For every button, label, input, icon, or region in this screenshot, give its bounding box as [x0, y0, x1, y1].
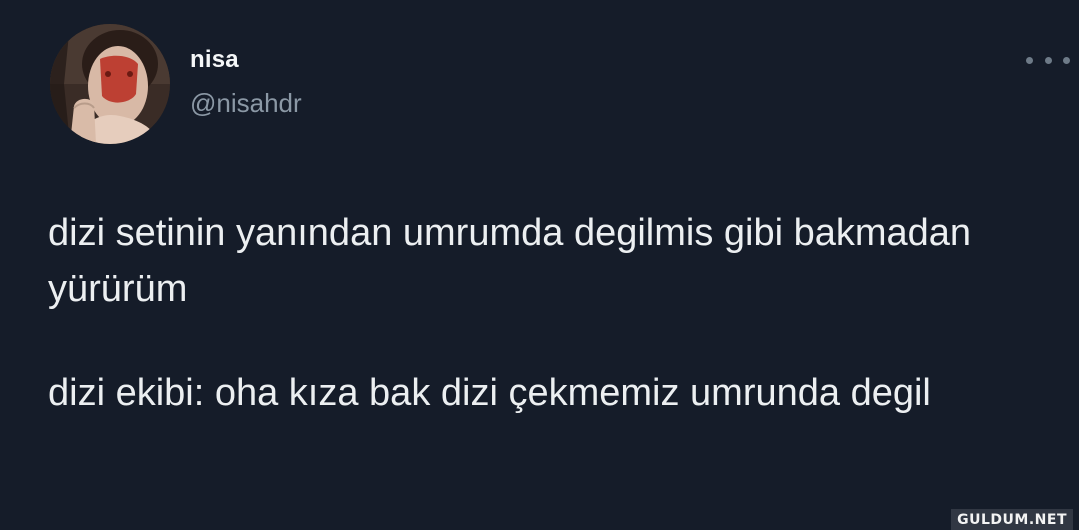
- author-handle[interactable]: @nisahdr: [190, 88, 302, 119]
- ellipsis-dot: [1044, 56, 1052, 64]
- ellipsis-dot: [1063, 56, 1070, 64]
- ellipsis-dot: [1026, 56, 1033, 64]
- site-watermark: GULDUM.NET: [951, 509, 1073, 530]
- avatar-image: [50, 24, 170, 144]
- tweet-text-paragraph: dizi ekibi: oha kıza bak dizi çekmemiz u…: [48, 372, 931, 414]
- tweet-text-paragraph: dizi setinin yanından umrumda degilmis g…: [48, 212, 972, 310]
- tweet-card: nisa @nisahdr dizi setinin yanından umru…: [0, 0, 1079, 530]
- author-display-name[interactable]: nisa: [190, 46, 239, 74]
- author-avatar[interactable]: [50, 24, 170, 144]
- ellipsis-icon[interactable]: [1026, 48, 1070, 72]
